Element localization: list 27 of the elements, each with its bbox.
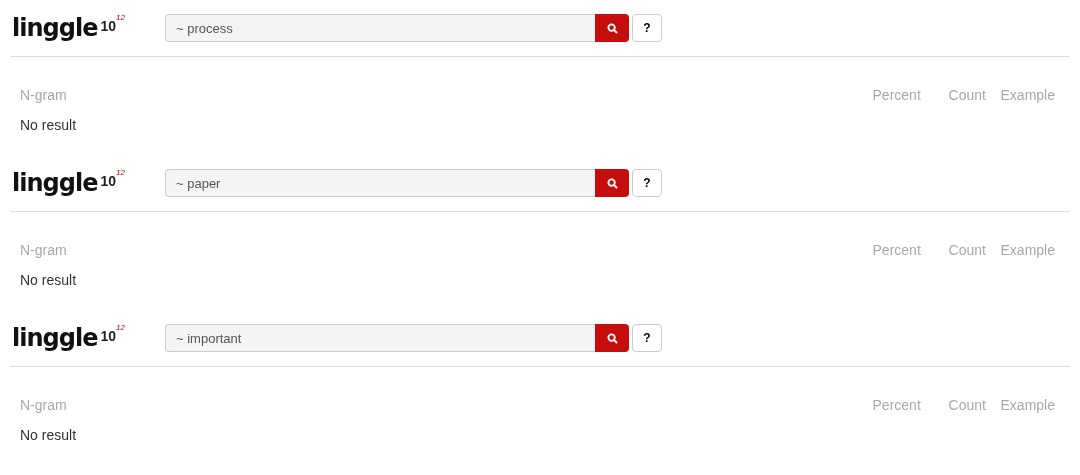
search-button[interactable] (595, 169, 629, 197)
column-header: Count (948, 397, 987, 413)
help-button[interactable]: ? (632, 324, 662, 352)
column-header: N-gram (20, 87, 67, 103)
no-result-message: No result (19, 117, 78, 133)
column-header: Percent (872, 87, 922, 103)
search-field[interactable]: ~ process (165, 14, 595, 42)
column-header: N-gram (20, 397, 67, 413)
search-field[interactable]: ~ paper (165, 169, 595, 197)
no-result-message: No result (19, 427, 78, 443)
column-header: Example (1000, 87, 1055, 103)
column-header: N-gram (20, 242, 67, 258)
column-header: Percent (872, 397, 922, 413)
search-field[interactable]: ~ important (165, 324, 595, 352)
column-header: Percent (872, 242, 922, 258)
column-header: Count (948, 87, 987, 103)
no-result-message: No result (19, 272, 78, 288)
search-icon (606, 177, 618, 189)
column-header: Example (1000, 242, 1055, 258)
search-icon (606, 332, 618, 344)
help-button[interactable]: ? (632, 14, 662, 42)
search-icon (606, 22, 618, 34)
column-header: Example (1000, 397, 1055, 413)
search-button[interactable] (595, 14, 629, 42)
search-button[interactable] (595, 324, 629, 352)
help-button[interactable]: ? (632, 169, 662, 197)
column-header: Count (948, 242, 987, 258)
